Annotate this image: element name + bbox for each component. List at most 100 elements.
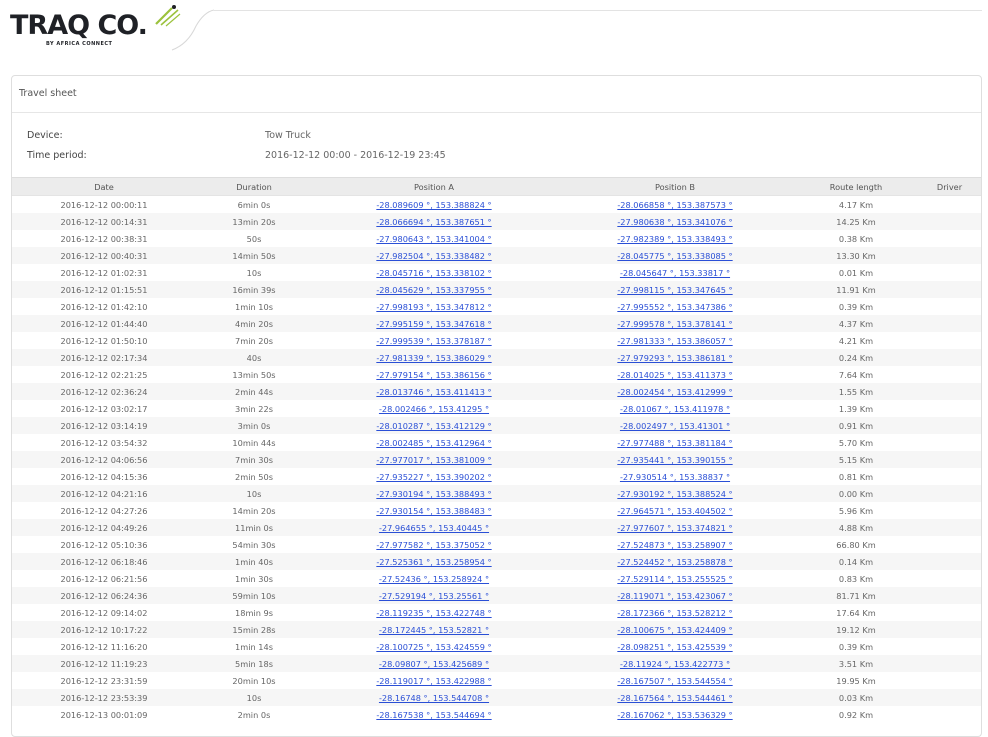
position-a-link[interactable]: -28.089609 °, 153.388824 °	[376, 200, 491, 210]
position-b-link[interactable]: -27.995552 °, 153.347386 °	[617, 302, 732, 312]
position-b-link[interactable]: -28.01067 °, 153.411978 °	[620, 404, 730, 414]
route-length-cell: 0.39 Km	[838, 641, 874, 652]
position-a-link[interactable]: -28.119235 °, 153.422748 °	[376, 608, 491, 618]
position-b-link[interactable]: -27.977607 °, 153.374821 °	[617, 523, 732, 533]
position-a-link[interactable]: -28.09807 °, 153.425689 °	[379, 659, 489, 669]
table-row: 2016-12-12 06:21:56 1min 30s -27.52436 °, …	[12, 570, 981, 587]
header-divider-curve	[171, 9, 215, 51]
position-a-link[interactable]: -28.172445 °, 153.52821 °	[379, 625, 489, 635]
driver-cell	[918, 434, 981, 451]
duration-cell: 3min 0s	[196, 417, 312, 434]
position-b-link[interactable]: -27.981333 °, 153.386057 °	[617, 336, 732, 346]
position-b-link[interactable]: -28.172366 °, 153.528212 °	[617, 608, 732, 618]
travel-sheet-table: Date Duration Position A Position B Rout…	[12, 177, 981, 723]
position-a-link[interactable]: -27.982504 °, 153.338482 °	[376, 251, 491, 261]
position-a-link[interactable]: -27.995159 °, 153.347618 °	[376, 319, 491, 329]
route-length-cell: 0.81 Km	[838, 471, 874, 482]
position-b-link[interactable]: -27.980638 °, 153.341076 °	[617, 217, 732, 227]
position-b-link[interactable]: -27.524452 °, 153.258878 °	[617, 557, 732, 567]
position-a-link[interactable]: -28.16748 °, 153.544708 °	[379, 693, 489, 703]
position-a-link[interactable]: -27.979154 °, 153.386156 °	[376, 370, 491, 380]
table-row: 2016-12-12 00:40:31 14min 50s -27.982504 °…	[12, 247, 981, 264]
position-a-link[interactable]: -28.066694 °, 153.387651 °	[376, 217, 491, 227]
driver-cell	[918, 519, 981, 536]
duration-cell: 15min 28s	[196, 621, 312, 638]
position-b-cell: -28.167507 °, 153.544554 °	[556, 672, 794, 689]
position-b-link[interactable]: -28.119071 °, 153.423067 °	[617, 591, 732, 601]
route-length-cell: 11.91 Km	[794, 281, 918, 298]
position-b-link[interactable]: -28.11924 °, 153.422773 °	[620, 659, 730, 669]
position-b-link[interactable]: -27.964571 °, 153.404502 °	[617, 506, 732, 516]
position-b-link[interactable]: -28.066858 °, 153.387573 °	[617, 200, 732, 210]
position-b-link[interactable]: -27.977488 °, 153.381184 °	[617, 438, 732, 448]
position-b-link[interactable]: -27.930514 °, 153.38837 °	[620, 472, 730, 482]
date-cell: 2016-12-12 01:42:10	[60, 301, 148, 312]
duration-cell: 18min 9s	[235, 607, 273, 618]
table-row: 2016-12-12 01:15:51 16min 39s -28.045629 °…	[12, 281, 981, 298]
date-cell: 2016-12-12 11:16:20	[60, 641, 148, 652]
position-a-link[interactable]: -27.999539 °, 153.378187 °	[376, 336, 491, 346]
position-b-link[interactable]: -28.167564 °, 153.544461 °	[617, 693, 732, 703]
position-a-link[interactable]: -28.045716 °, 153.338102 °	[376, 268, 491, 278]
position-a-link[interactable]: -27.977582 °, 153.375052 °	[376, 540, 491, 550]
column-header-route-length[interactable]: Route length	[794, 177, 918, 196]
position-a-link[interactable]: -27.977017 °, 153.381009 °	[376, 455, 491, 465]
position-a-link[interactable]: -28.167538 °, 153.544694 °	[376, 710, 491, 720]
position-a-link[interactable]: -28.010287 °, 153.412129 °	[376, 421, 491, 431]
position-a-link[interactable]: -27.529194 °, 153.25561 °	[379, 591, 489, 601]
table-row: 2016-12-12 11:16:20 1min 14s -28.100725 °,…	[12, 638, 981, 655]
position-a-link[interactable]: -27.52436 °, 153.258924 °	[379, 574, 489, 584]
position-a-link[interactable]: -27.964655 °, 153.40445 °	[379, 523, 489, 533]
position-a-link[interactable]: -27.980643 °, 153.341004 °	[376, 234, 491, 244]
table-body: 2016-12-12 00:00:11 6min 0s -28.089609 °, …	[12, 196, 981, 724]
position-a-link[interactable]: -27.525361 °, 153.258954 °	[376, 557, 491, 567]
driver-cell	[918, 655, 981, 672]
position-a-cell: -28.066694 °, 153.387651 °	[312, 213, 556, 230]
driver-cell	[918, 689, 981, 706]
position-a-link[interactable]: -27.981339 °, 153.386029 °	[376, 353, 491, 363]
brand-logo[interactable]: TRAQ CO. BY AFRICA CONNECT	[10, 4, 185, 48]
driver-cell	[918, 298, 981, 315]
duration-cell: 3min 22s	[235, 403, 273, 414]
duration-cell: 2min 0s	[237, 709, 271, 720]
position-b-link[interactable]: -28.100675 °, 153.424409 °	[617, 625, 732, 635]
position-a-link[interactable]: -28.002466 °, 153.41295 °	[379, 404, 489, 414]
position-a-cell: -28.119017 °, 153.422988 °	[312, 672, 556, 689]
column-header-driver[interactable]: Driver	[918, 177, 981, 196]
column-header-position-a[interactable]: Position A	[312, 177, 556, 196]
position-a-link[interactable]: -28.100725 °, 153.424559 °	[376, 642, 491, 652]
position-a-link[interactable]: -28.119017 °, 153.422988 °	[376, 676, 491, 686]
table-row: 2016-12-12 09:14:02 18min 9s -28.119235 °,…	[12, 604, 981, 621]
column-header-date[interactable]: Date	[12, 177, 196, 196]
position-b-link[interactable]: -28.167507 °, 153.544554 °	[617, 676, 732, 686]
position-a-link[interactable]: -27.998193 °, 153.347812 °	[376, 302, 491, 312]
position-b-link[interactable]: -28.002454 °, 153.412999 °	[617, 387, 732, 397]
report-info: Device: Tow Truck Time period: 2016-12-12 …	[12, 113, 981, 177]
route-length-cell: 5.96 Km	[838, 505, 874, 516]
position-b-link[interactable]: -27.999578 °, 153.378141 °	[617, 319, 732, 329]
position-b-link[interactable]: -27.930192 °, 153.388524 °	[617, 489, 732, 499]
position-b-link[interactable]: -28.002497 °, 153.41301 °	[620, 421, 730, 431]
position-b-link[interactable]: -27.982389 °, 153.338493 °	[617, 234, 732, 244]
position-b-link[interactable]: -27.979293 °, 153.386181 °	[617, 353, 732, 363]
position-a-link[interactable]: -27.935227 °, 153.390202 °	[376, 472, 491, 482]
position-a-link[interactable]: -28.045629 °, 153.337955 °	[376, 285, 491, 295]
position-b-link[interactable]: -27.998115 °, 153.347645 °	[617, 285, 732, 295]
position-a-link[interactable]: -27.930154 °, 153.388483 °	[376, 506, 491, 516]
position-b-link[interactable]: -27.935441 °, 153.390155 °	[617, 455, 732, 465]
column-header-position-b[interactable]: Position B	[556, 177, 794, 196]
position-b-link[interactable]: -28.045775 °, 153.338085 °	[617, 251, 732, 261]
position-b-link[interactable]: -28.014025 °, 153.411373 °	[617, 370, 732, 380]
duration-cell: 10s	[196, 689, 312, 706]
column-header-duration[interactable]: Duration	[196, 177, 312, 196]
position-b-link[interactable]: -28.045647 °, 153.33817 °	[620, 268, 730, 278]
position-a-link[interactable]: -28.002485 °, 153.412964 °	[376, 438, 491, 448]
position-b-link[interactable]: -27.529114 °, 153.255525 °	[617, 574, 732, 584]
driver-cell	[918, 570, 981, 587]
position-b-link[interactable]: -28.098251 °, 153.425539 °	[617, 642, 732, 652]
position-b-cell: -28.11924 °, 153.422773 °	[556, 655, 794, 672]
position-b-link[interactable]: -28.167062 °, 153.536329 °	[617, 710, 732, 720]
position-a-link[interactable]: -27.930194 °, 153.388493 °	[376, 489, 491, 499]
position-a-link[interactable]: -28.013746 °, 153.411413 °	[376, 387, 491, 397]
position-b-link[interactable]: -27.524873 °, 153.258907 °	[617, 540, 732, 550]
